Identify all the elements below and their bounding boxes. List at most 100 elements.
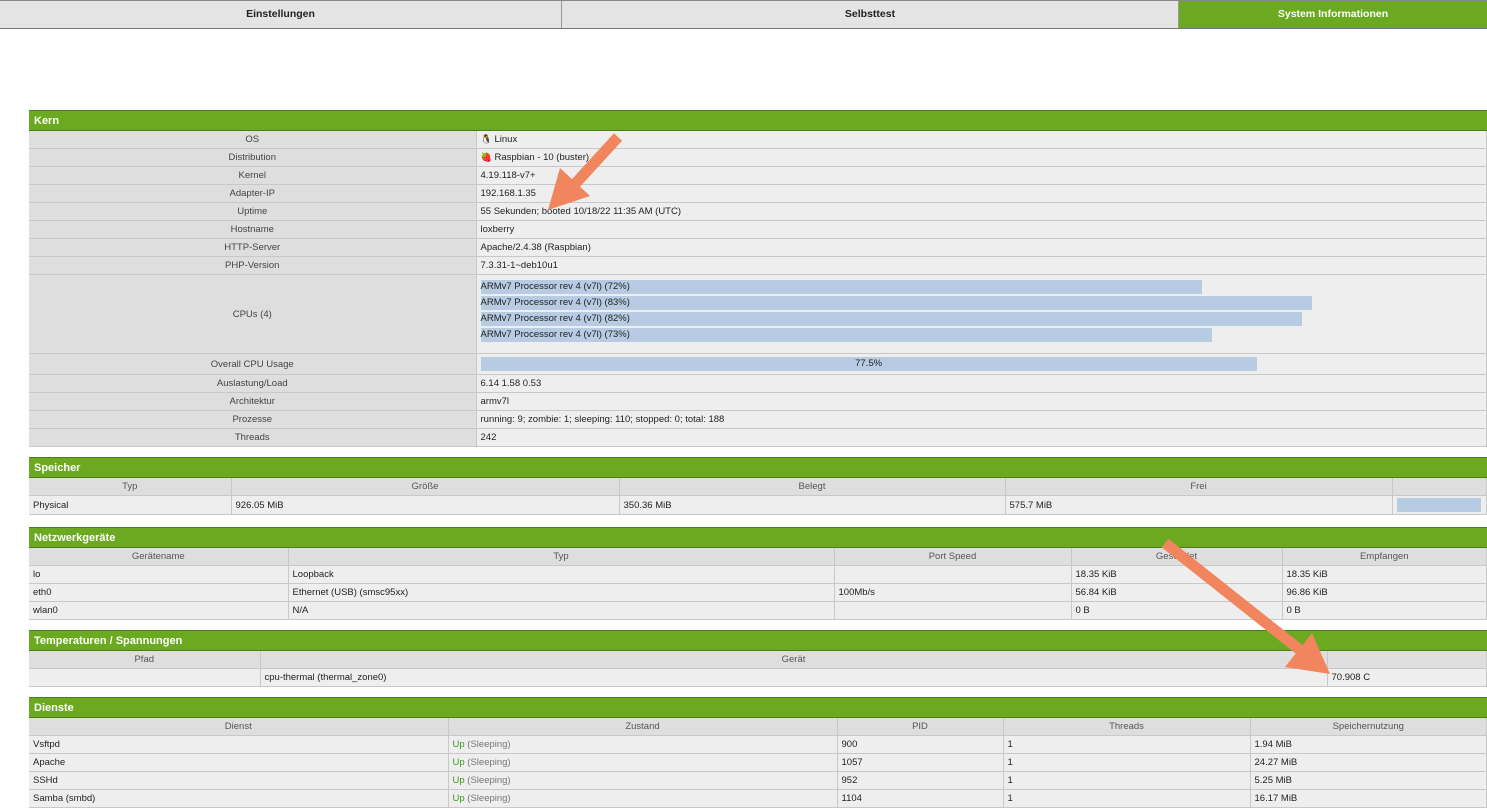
row-value: 242 bbox=[480, 432, 497, 443]
table-row: Distribution 🍓 Raspbian - 10 (buster) bbox=[29, 148, 1487, 167]
raspberry-pi-icon: 🍓 bbox=[480, 152, 492, 162]
column-header[interactable]: PID bbox=[837, 718, 1004, 736]
table-cell bbox=[1392, 495, 1487, 515]
column-header[interactable]: Gesendet bbox=[1071, 548, 1283, 566]
column-header[interactable]: Typ bbox=[29, 478, 232, 496]
table-cell: Physical bbox=[29, 495, 232, 515]
speicher-panel: Speicher Typ Größe Belegt Frei Physical 926.0… bbox=[29, 457, 1487, 515]
table-row: eth0 Ethernet (USB) (smsc95xx) 100Mb/s 56.8… bbox=[29, 583, 1487, 602]
table-cell: wlan0 bbox=[29, 601, 289, 620]
table-row: Hostname loxberry bbox=[29, 220, 1487, 239]
table-cell: Up (Sleeping) bbox=[448, 771, 838, 790]
row-value-cell: armv7l bbox=[476, 392, 1487, 411]
status-detail: (Sleeping) bbox=[464, 757, 511, 768]
tab-selbsttest[interactable]: Selbsttest bbox=[562, 1, 1179, 28]
tab-einstellungen[interactable]: Einstellungen bbox=[0, 1, 562, 28]
column-header[interactable]: Zustand bbox=[448, 718, 838, 736]
row-label: HTTP-Server bbox=[29, 238, 477, 257]
row-label: Adapter-IP bbox=[29, 184, 477, 203]
table-row: SSHd Up (Sleeping) 952 1 5.25 MiB bbox=[29, 771, 1487, 790]
column-header[interactable]: Pfad bbox=[29, 651, 261, 669]
table-cell: Up (Sleeping) bbox=[448, 735, 838, 754]
table-cell: cpu-thermal (thermal_zone0) bbox=[260, 668, 1328, 687]
cpu-bars: ARMv7 Processor rev 4 (v7l) (72%) ARMv7 P… bbox=[476, 274, 1487, 354]
table-cell: 900 bbox=[837, 735, 1004, 754]
column-header[interactable]: Gerät bbox=[260, 651, 1328, 669]
column-header[interactable]: Frei bbox=[1005, 478, 1393, 496]
table-row: Vsftpd Up (Sleeping) 900 1 1.94 MiB bbox=[29, 735, 1487, 754]
row-value-cell: 55 Sekunden; booted 10/18/22 11:35 AM (U… bbox=[476, 202, 1487, 221]
table-cell: 1 bbox=[1003, 753, 1251, 772]
panel-title: Speicher bbox=[29, 457, 1487, 478]
row-label: Architektur bbox=[29, 392, 477, 411]
row-value: 192.168.1.35 bbox=[480, 188, 536, 199]
row-label: Auslastung/Load bbox=[29, 374, 477, 393]
column-header[interactable]: Gerätename bbox=[29, 548, 289, 566]
cpu-usage-bar: ARMv7 Processor rev 4 (v7l) (73%) bbox=[480, 328, 1212, 342]
row-label: Prozesse bbox=[29, 410, 477, 429]
status-up: Up bbox=[452, 739, 465, 750]
column-header[interactable]: Port Speed bbox=[834, 548, 1072, 566]
table-cell: 100Mb/s bbox=[834, 583, 1072, 602]
column-header[interactable]: Empfangen bbox=[1282, 548, 1487, 566]
row-value-cell: 7.3.31-1~deb10u1 bbox=[476, 256, 1487, 275]
table-cell: Ethernet (USB) (smsc95xx) bbox=[288, 583, 835, 602]
row-label: PHP-Version bbox=[29, 256, 477, 275]
status-up: Up bbox=[452, 775, 465, 786]
netzwerk-panel: Netzwerkgeräte Gerätename Typ Port Speed Ge… bbox=[29, 527, 1487, 620]
table-row: PHP-Version 7.3.31-1~deb10u1 bbox=[29, 256, 1487, 275]
table-row: Adapter-IP 192.168.1.35 bbox=[29, 184, 1487, 203]
table-cell: N/A bbox=[288, 601, 835, 620]
kern-panel: Kern OS 🐧 Linux Distribution 🍓 Raspbian - 10 … bbox=[29, 110, 1487, 447]
row-value-cell: 242 bbox=[476, 428, 1487, 447]
table-cell: 1 bbox=[1003, 735, 1251, 754]
table-cell: 70.908 C bbox=[1327, 668, 1487, 687]
panel-title: Kern bbox=[29, 110, 1487, 131]
speicher-table: Typ Größe Belegt Frei Physical 926.05 MiB 350.… bbox=[29, 478, 1487, 515]
row-value-cell: 4.19.118-v7+ bbox=[476, 166, 1487, 185]
row-value: 55 Sekunden; booted 10/18/22 11:35 AM (U… bbox=[480, 206, 682, 217]
column-header[interactable]: Dienst bbox=[29, 718, 449, 736]
tab-bar: Einstellungen Selbsttest System Informat… bbox=[0, 0, 1487, 29]
linux-tux-icon: 🐧 bbox=[480, 134, 492, 144]
row-label: Hostname bbox=[29, 220, 477, 239]
column-header[interactable]: Speichernutzung bbox=[1250, 718, 1487, 736]
row-value: Raspbian - 10 (buster) bbox=[494, 152, 590, 163]
table-cell: lo bbox=[29, 565, 289, 584]
table-cell: 1.94 MiB bbox=[1250, 735, 1487, 754]
header-row: Typ Größe Belegt Frei bbox=[29, 478, 1487, 496]
table-row: Uptime 55 Sekunden; booted 10/18/22 11:35… bbox=[29, 202, 1487, 221]
row-value-cell: 🐧 Linux bbox=[476, 131, 1487, 149]
row-value-cell: 6.14 1.58 0.53 bbox=[476, 374, 1487, 393]
table-cell: 18.35 KiB bbox=[1282, 565, 1487, 584]
tab-system-informationen[interactable]: System Informationen bbox=[1179, 1, 1487, 28]
column-header[interactable]: Größe bbox=[231, 478, 620, 496]
column-header[interactable]: Typ bbox=[288, 548, 835, 566]
column-header[interactable] bbox=[1327, 651, 1487, 669]
table-cell: 56.84 KiB bbox=[1071, 583, 1283, 602]
header-row: Gerätename Typ Port Speed Gesendet Empfangen bbox=[29, 548, 1487, 566]
table-row: Kernel 4.19.118-v7+ bbox=[29, 166, 1487, 185]
row-label: CPUs (4) bbox=[29, 274, 477, 354]
dienste-panel: Dienste Dienst Zustand PID Threads Speichern… bbox=[29, 697, 1487, 808]
table-row: Prozesse running: 9; zombie: 1; sleeping:… bbox=[29, 410, 1487, 429]
kern-table: OS 🐧 Linux Distribution 🍓 Raspbian - 10 (bust… bbox=[29, 131, 1487, 447]
column-header[interactable]: Threads bbox=[1003, 718, 1251, 736]
column-header[interactable] bbox=[1392, 478, 1487, 496]
row-value-cell: 192.168.1.35 bbox=[476, 184, 1487, 203]
status-detail: (Sleeping) bbox=[464, 739, 511, 750]
cpu-usage-bar: ARMv7 Processor rev 4 (v7l) (72%) bbox=[480, 280, 1202, 294]
temperatur-panel: Temperaturen / Spannungen Pfad Gerät cpu-t… bbox=[29, 630, 1487, 687]
table-row: OS 🐧 Linux bbox=[29, 131, 1487, 149]
table-row: Threads 242 bbox=[29, 428, 1487, 447]
table-cell: Apache bbox=[29, 753, 449, 772]
status-detail: (Sleeping) bbox=[464, 793, 511, 804]
table-cell: Loopback bbox=[288, 565, 835, 584]
status-detail: (Sleeping) bbox=[464, 775, 511, 786]
table-cell: 5.25 MiB bbox=[1250, 771, 1487, 790]
row-label: Threads bbox=[29, 428, 477, 447]
column-header[interactable]: Belegt bbox=[619, 478, 1006, 496]
table-cell: 16.17 MiB bbox=[1250, 789, 1487, 808]
panel-title: Dienste bbox=[29, 697, 1487, 718]
overall-cpu-bar: 77.5% bbox=[480, 357, 1257, 371]
